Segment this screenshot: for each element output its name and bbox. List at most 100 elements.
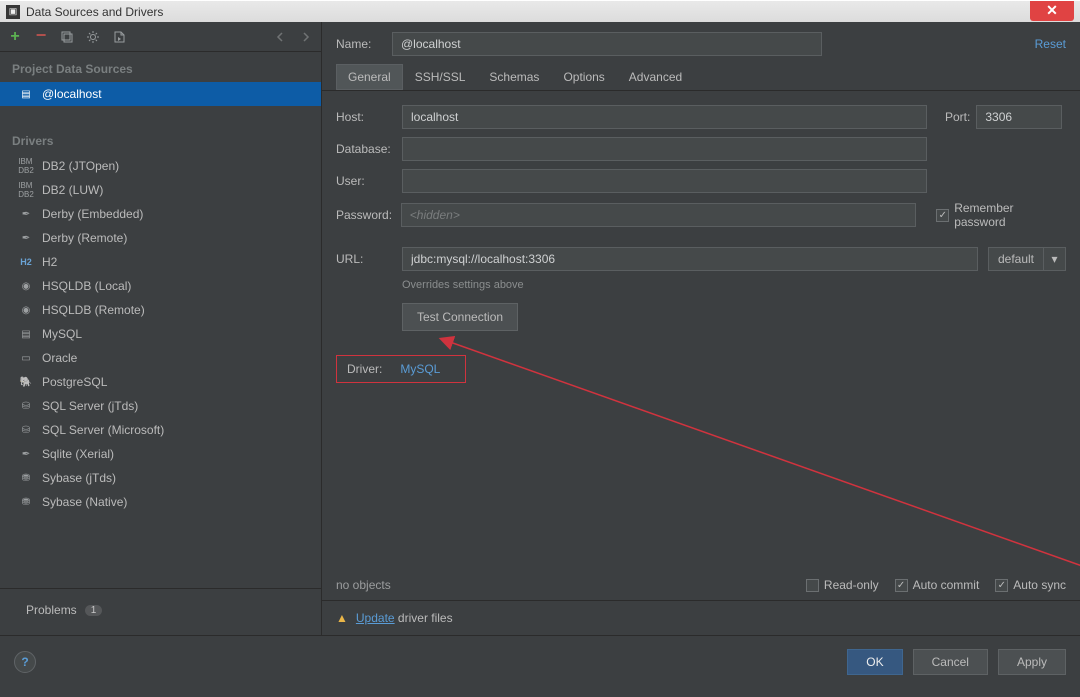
- driver-item[interactable]: ▭ Oracle: [0, 346, 321, 370]
- driver-label: MySQL: [42, 327, 82, 341]
- no-objects-label: no objects: [336, 578, 391, 592]
- driver-label: Sqlite (Xerial): [42, 447, 114, 461]
- driver-item[interactable]: ⛃Sybase (jTds): [0, 466, 321, 490]
- driver-link[interactable]: MySQL: [400, 362, 440, 376]
- drivers-header: Drivers: [0, 124, 321, 154]
- hsqldb-icon: ◉: [18, 302, 34, 318]
- datasource-item-localhost[interactable]: ▤ @localhost: [0, 82, 321, 106]
- user-label: User:: [336, 174, 402, 188]
- driver-label: HSQLDB (Remote): [42, 303, 145, 317]
- app-icon: ▣: [6, 5, 20, 19]
- driver-label: DB2 (JTOpen): [42, 159, 119, 173]
- derby-icon: ✒: [18, 230, 34, 246]
- ok-button[interactable]: OK: [847, 649, 902, 675]
- autocommit-checkbox[interactable]: [895, 579, 908, 592]
- go-to-icon[interactable]: [110, 28, 128, 46]
- oracle-icon: ▭: [18, 350, 34, 366]
- tab-ssh-ssl[interactable]: SSH/SSL: [403, 64, 478, 90]
- apply-button[interactable]: Apply: [998, 649, 1066, 675]
- reset-link[interactable]: Reset: [1035, 37, 1066, 51]
- autocommit-checkbox-label[interactable]: Auto commit: [895, 578, 980, 592]
- driver-label: SQL Server (jTds): [42, 399, 138, 413]
- copy-icon[interactable]: [58, 28, 76, 46]
- autosync-text: Auto sync: [1013, 578, 1066, 592]
- driver-item[interactable]: ⛃Sybase (Native): [0, 490, 321, 514]
- driver-item[interactable]: ⛁ SQL Server (jTds): [0, 394, 321, 418]
- tab-options[interactable]: Options: [551, 64, 616, 90]
- mysql-icon: ▤: [18, 326, 34, 342]
- driver-item[interactable]: ◉HSQLDB (Local): [0, 274, 321, 298]
- warning-icon: ▲: [336, 611, 348, 625]
- chevron-down-icon[interactable]: ▾: [1044, 247, 1066, 271]
- user-input[interactable]: [402, 169, 927, 193]
- settings-icon[interactable]: [84, 28, 102, 46]
- url-label: URL:: [336, 252, 402, 266]
- sidebar-toolbar: + −: [0, 22, 321, 52]
- driver-row: Driver: MySQL: [336, 355, 466, 383]
- driver-item[interactable]: IBMDB2 DB2 (LUW): [0, 178, 321, 202]
- undo-icon[interactable]: [271, 28, 289, 46]
- window-title: Data Sources and Drivers: [26, 5, 163, 19]
- port-input[interactable]: [976, 105, 1062, 129]
- host-input[interactable]: [402, 105, 927, 129]
- remove-icon[interactable]: −: [32, 26, 50, 44]
- database-input[interactable]: [402, 137, 927, 161]
- url-mode-select[interactable]: default: [988, 247, 1044, 271]
- project-sources-header: Project Data Sources: [0, 52, 321, 82]
- password-input[interactable]: [401, 203, 917, 227]
- help-icon[interactable]: ?: [14, 651, 36, 673]
- driver-item[interactable]: ✒ Derby (Remote): [0, 226, 321, 250]
- update-driver-rest: driver files: [395, 611, 453, 625]
- remember-password-checkbox[interactable]: [936, 209, 949, 222]
- update-driver-row: ▲ Update driver files: [322, 601, 1080, 635]
- update-driver-link[interactable]: Update: [356, 611, 395, 625]
- remember-password-text: Remember password: [954, 201, 1066, 229]
- footer: ? OK Cancel Apply: [0, 635, 1080, 687]
- problems-row[interactable]: Problems 1: [0, 588, 321, 625]
- driver-label: DB2 (LUW): [42, 183, 103, 197]
- tab-general[interactable]: General: [336, 64, 403, 90]
- port-label: Port:: [945, 110, 970, 124]
- database-label: Database:: [336, 142, 402, 156]
- name-label: Name:: [336, 37, 382, 51]
- readonly-checkbox-label[interactable]: Read-only: [806, 578, 879, 592]
- autosync-checkbox[interactable]: [995, 579, 1008, 592]
- tab-schemas[interactable]: Schemas: [477, 64, 551, 90]
- driver-label: Derby (Remote): [42, 231, 127, 245]
- autosync-checkbox-label[interactable]: Auto sync: [995, 578, 1066, 592]
- driver-item[interactable]: ⛁SQL Server (Microsoft): [0, 418, 321, 442]
- tab-advanced[interactable]: Advanced: [617, 64, 694, 90]
- driver-item[interactable]: ▤ MySQL: [0, 322, 321, 346]
- name-input[interactable]: [392, 32, 822, 56]
- remember-password-label[interactable]: Remember password: [936, 201, 1066, 229]
- db2-icon: IBMDB2: [18, 182, 34, 198]
- driver-item[interactable]: IBMDB2 DB2 (JTOpen): [0, 154, 321, 178]
- readonly-text: Read-only: [824, 578, 879, 592]
- close-window-button[interactable]: ✕: [1030, 1, 1074, 21]
- driver-item[interactable]: ✒Sqlite (Xerial): [0, 442, 321, 466]
- readonly-checkbox[interactable]: [806, 579, 819, 592]
- add-icon[interactable]: +: [6, 28, 24, 46]
- driver-label: Derby (Embedded): [42, 207, 143, 221]
- driver-item[interactable]: ◉ HSQLDB (Remote): [0, 298, 321, 322]
- hsqldb-icon: ◉: [18, 278, 34, 294]
- driver-label: Oracle: [42, 351, 77, 365]
- driver-label: Driver:: [347, 362, 382, 376]
- driver-item[interactable]: H2H2: [0, 250, 321, 274]
- problems-label: Problems: [26, 603, 77, 617]
- sqlserver-icon: ⛁: [18, 398, 34, 414]
- main-panel: Name: Reset General SSH/SSL Schemas Opti…: [322, 22, 1080, 635]
- test-connection-button[interactable]: Test Connection: [402, 303, 518, 331]
- postgresql-icon: 🐘: [18, 374, 34, 390]
- datasource-label: @localhost: [42, 87, 102, 101]
- url-input[interactable]: [402, 247, 978, 271]
- autocommit-text: Auto commit: [913, 578, 980, 592]
- driver-item[interactable]: ✒Derby (Embedded): [0, 202, 321, 226]
- db2-icon: IBMDB2: [18, 158, 34, 174]
- annotation-arrow: [436, 328, 1080, 588]
- driver-label: Sybase (Native): [42, 495, 127, 509]
- host-label: Host:: [336, 110, 402, 124]
- cancel-button[interactable]: Cancel: [913, 649, 988, 675]
- driver-item[interactable]: 🐘PostgreSQL: [0, 370, 321, 394]
- redo-icon[interactable]: [297, 28, 315, 46]
